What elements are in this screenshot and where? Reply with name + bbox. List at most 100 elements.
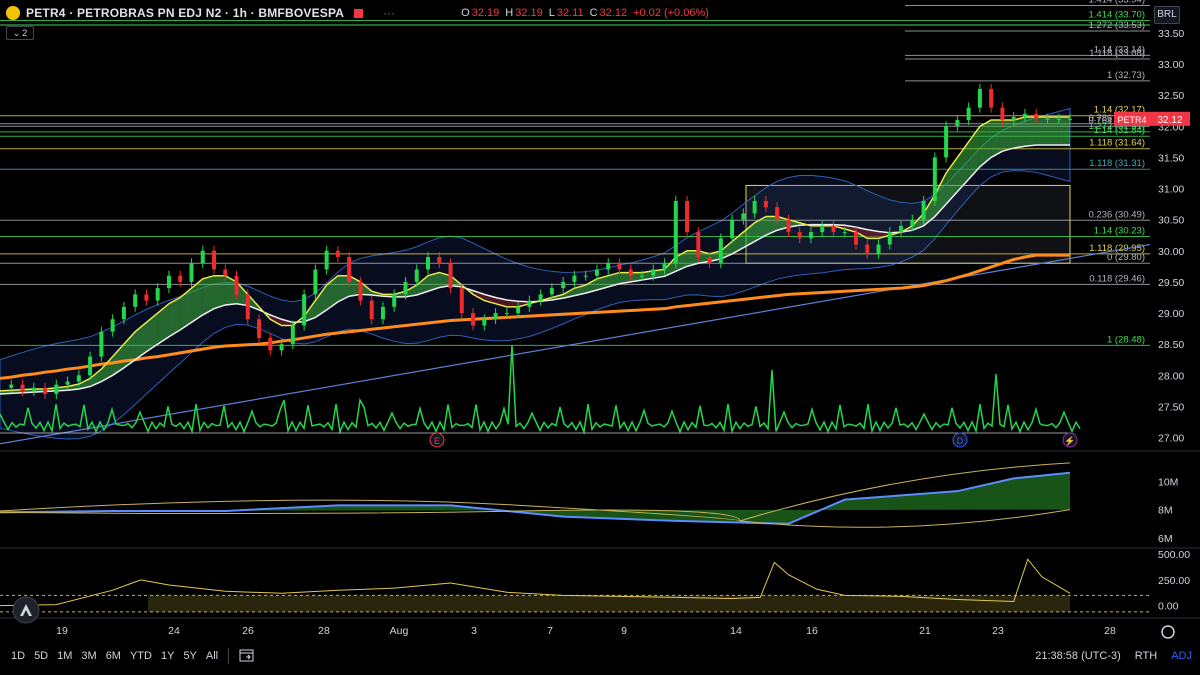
candle-body <box>414 269 419 282</box>
range-6m[interactable]: 6M <box>106 650 121 662</box>
candle-body <box>155 288 160 301</box>
range-all[interactable]: All <box>206 650 218 662</box>
range-1d[interactable]: 1D <box>11 650 25 662</box>
range-5d[interactable]: 5D <box>34 650 48 662</box>
y-tick-label: 29.00 <box>1158 308 1184 320</box>
ma-ribbon-segment <box>1013 116 1025 149</box>
candle-body <box>887 232 892 245</box>
obv-tick-label: 8M <box>1158 505 1173 517</box>
candle-body <box>527 300 532 307</box>
flag-icon[interactable] <box>354 8 364 18</box>
y-tick-label: 28.00 <box>1158 370 1184 382</box>
more-icon[interactable]: ··· <box>383 6 395 20</box>
candle-body <box>482 319 487 326</box>
range-3m[interactable]: 3M <box>81 650 96 662</box>
candle-body <box>730 219 735 239</box>
fib-level-label: 1 (28.48) <box>1107 334 1145 345</box>
fib-level-label: 0.236 (30.49) <box>1088 209 1145 220</box>
bollinger-band <box>0 107 1071 440</box>
last-price-label: 32.12 <box>1157 115 1182 126</box>
candle-body <box>944 126 949 158</box>
candle-body <box>403 281 408 295</box>
range-buttons: 1D 5D 1M 3M 6M YTD 1Y 5Y All <box>11 650 218 662</box>
candle-body <box>707 257 712 264</box>
candle-body <box>752 200 757 214</box>
candle-body <box>1022 113 1027 117</box>
adj-button[interactable]: ADJ <box>1171 650 1192 662</box>
candle-body <box>786 219 791 233</box>
candle-body <box>594 269 599 276</box>
candle-body <box>820 225 825 233</box>
fib-level-label: 1 (32.73) <box>1107 70 1145 81</box>
candle-body <box>921 200 926 220</box>
x-tick-label: 7 <box>547 625 553 637</box>
range-1m[interactable]: 1M <box>57 650 72 662</box>
chart-canvas[interactable]: 1.414 (33.94) 1.414 (33.70)1.272 (33.53) 1… <box>0 0 1200 675</box>
x-tick-label: 23 <box>992 625 1004 637</box>
x-tick-label: Aug <box>390 625 409 637</box>
x-tick-label: 26 <box>242 625 254 637</box>
osc-tick-label: 500.00 <box>1158 549 1190 561</box>
candle-body <box>640 275 644 277</box>
candle-body <box>549 288 554 295</box>
candle-body <box>43 387 48 394</box>
candle-body <box>617 263 622 270</box>
candle-body <box>245 294 250 320</box>
candle-body <box>673 200 678 264</box>
tradingview-logo-icon[interactable] <box>12 596 40 624</box>
range-5y[interactable]: 5Y <box>183 650 196 662</box>
candle-body <box>808 232 813 239</box>
range-1y[interactable]: 1Y <box>161 650 174 662</box>
candle-body <box>651 269 656 276</box>
low-label: L <box>548 7 555 19</box>
x-tick-label: 9 <box>621 625 627 637</box>
candle-body <box>628 269 633 276</box>
open-label: O <box>461 7 470 19</box>
symbol-title[interactable]: PETR4 · PETROBRAS PN EDJ N2 · 1h · BMFBO… <box>26 6 344 20</box>
candle-body <box>932 157 937 201</box>
indicators-toggle-button[interactable]: ⌄ 2 <box>6 26 34 40</box>
candle-body <box>426 257 430 270</box>
candle-body <box>741 213 746 220</box>
candle-body <box>223 269 228 276</box>
ma-ribbon-segment <box>1058 116 1070 145</box>
y-tick-label: 27.00 <box>1158 433 1184 445</box>
fib-level-label: 1.414 (33.70) <box>1088 9 1145 20</box>
candle-body <box>899 225 904 233</box>
obv-fill <box>0 472 1070 524</box>
candle-body <box>685 200 690 233</box>
x-tick-label: 28 <box>1104 625 1116 637</box>
high-label: H <box>505 7 514 19</box>
chevron-down-icon: ⌄ <box>12 27 21 38</box>
currency-button[interactable]: BRL <box>1154 6 1180 24</box>
candle-body <box>31 387 36 391</box>
candle-body <box>504 313 509 315</box>
candle-body <box>347 257 352 282</box>
candle-body <box>606 263 611 270</box>
candle-body <box>662 263 667 270</box>
candle-body <box>718 238 723 264</box>
x-tick-label: 24 <box>168 625 180 637</box>
candle-body <box>1034 113 1039 119</box>
candle-body <box>257 319 262 338</box>
candle-body <box>1000 107 1005 121</box>
candle-body <box>977 88 982 108</box>
symbol-logo-icon <box>6 6 20 20</box>
ma-ribbon-segment <box>1002 120 1014 152</box>
range-ytd[interactable]: YTD <box>130 650 152 662</box>
candle-body <box>290 325 295 345</box>
fib-level-label: 1.118 (31.31) <box>1089 158 1145 169</box>
ma-ribbon-segment <box>1036 116 1048 145</box>
divider <box>228 648 230 664</box>
clock-readout[interactable]: 21:38:58 (UTC-3) <box>1035 650 1121 662</box>
candle-body <box>392 294 397 307</box>
candle-body <box>369 300 374 320</box>
fib-level-label: 0.118 (29.46) <box>1089 273 1145 284</box>
candle-body <box>20 384 25 391</box>
rth-button[interactable]: RTH <box>1135 650 1157 662</box>
candle-body <box>178 275 183 282</box>
date-range-icon[interactable] <box>239 648 255 665</box>
candle-body <box>955 120 960 127</box>
fib-level-label: 1.414 (33.94) <box>1088 0 1145 6</box>
candle-body <box>561 281 566 289</box>
